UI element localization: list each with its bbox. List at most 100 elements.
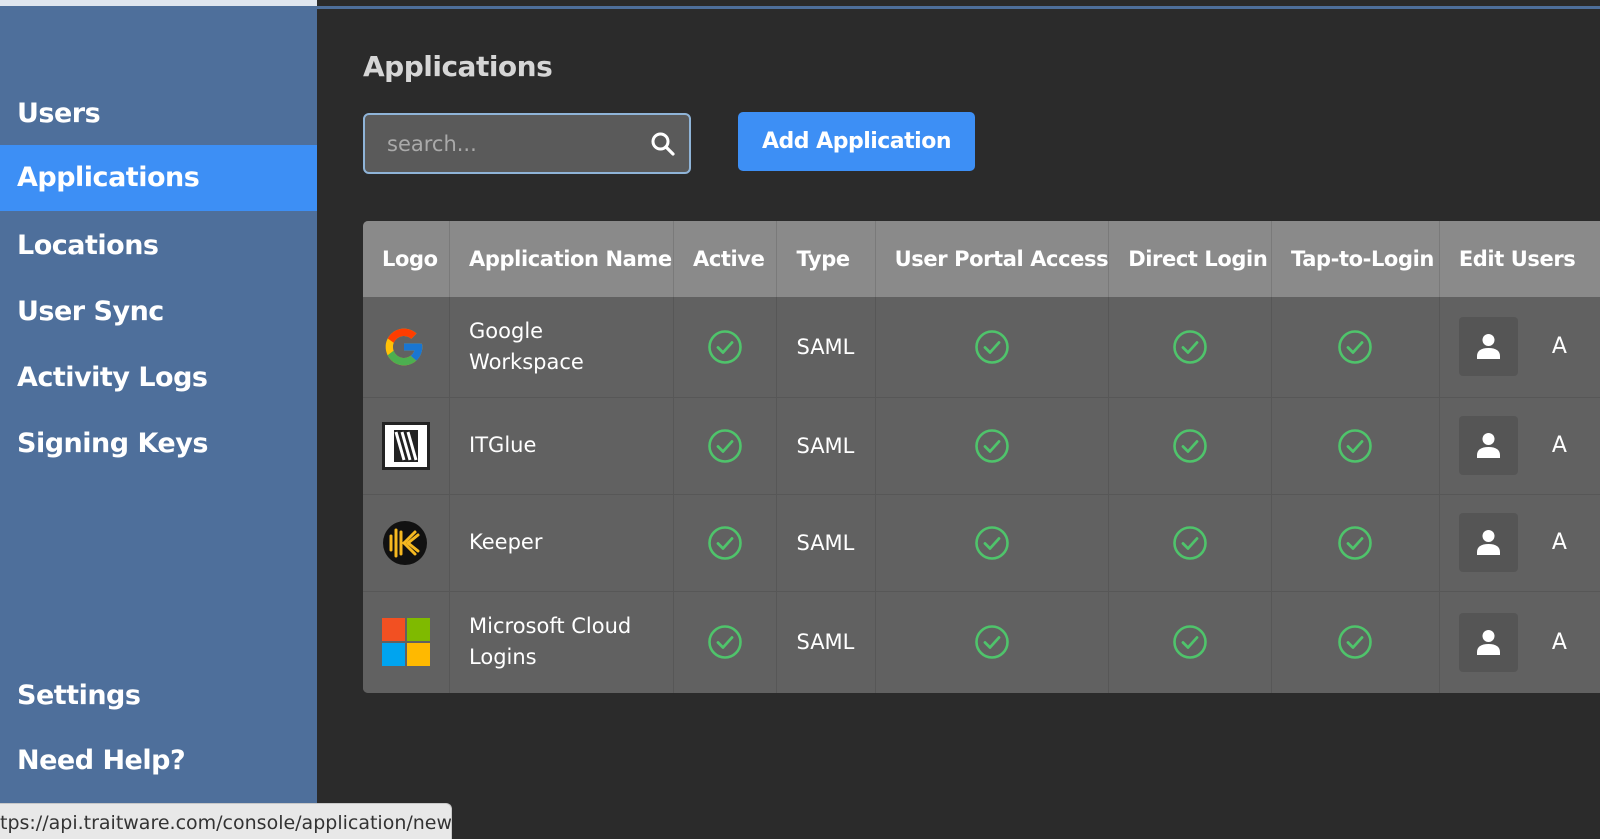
- truncated-text: A: [1551, 334, 1567, 360]
- application-name-cell[interactable]: Google Workspace: [449, 297, 674, 398]
- edit-users-button[interactable]: [1458, 416, 1518, 475]
- type-cell: SAML: [776, 591, 876, 693]
- table-row[interactable]: ITGlue SAML A: [363, 397, 1600, 495]
- column-header-logo: Logo: [363, 221, 451, 297]
- application-name-cell[interactable]: ITGlue: [449, 397, 674, 495]
- edit-users-cell: A: [1439, 591, 1600, 693]
- page-title: Applications: [363, 50, 553, 83]
- tap-to-login-cell: [1271, 591, 1440, 693]
- user-icon: [1476, 433, 1500, 458]
- direct-login-cell: [1108, 297, 1273, 398]
- application-name-line: Workspace: [469, 349, 584, 374]
- sidebar-item-applications[interactable]: Applications: [0, 145, 317, 211]
- check-circle-icon: [1173, 329, 1207, 364]
- google-logo-icon: [385, 328, 423, 366]
- application-name-cell[interactable]: Microsoft Cloud Logins: [449, 591, 674, 693]
- logo-cell: [363, 494, 451, 592]
- tap-to-login-cell: [1271, 297, 1440, 398]
- logo-cell: [363, 297, 451, 398]
- application-name-line: Google: [469, 318, 544, 343]
- application-name-line: Microsoft Cloud: [469, 614, 632, 638]
- user-icon: [1476, 629, 1500, 655]
- application-name-cell[interactable]: Keeper: [449, 494, 674, 592]
- direct-login-cell: [1108, 591, 1273, 693]
- edit-users-button[interactable]: [1458, 513, 1518, 572]
- user-icon: [1476, 530, 1500, 555]
- truncated-text: A: [1551, 433, 1567, 458]
- check-circle-icon: [1338, 625, 1373, 659]
- column-header-edit-users: Edit Users: [1439, 221, 1600, 297]
- portal-cell: [875, 397, 1110, 495]
- sidebar-item-locations[interactable]: Locations: [0, 213, 317, 279]
- check-circle-icon: [1173, 625, 1207, 659]
- check-circle-icon: [975, 625, 1009, 659]
- truncated-text: A: [1551, 629, 1567, 655]
- check-circle-icon: [708, 329, 743, 364]
- table-row[interactable]: Keeper SAML A: [363, 494, 1600, 592]
- application-name-line: Logins: [469, 645, 537, 669]
- search-icon[interactable]: [650, 131, 676, 157]
- portal-cell: [875, 591, 1110, 693]
- search-box: [363, 113, 691, 174]
- portal-cell: [875, 494, 1110, 592]
- active-cell: [673, 397, 778, 495]
- active-cell: [673, 494, 778, 592]
- check-circle-icon: [1173, 428, 1207, 463]
- header-divider: [317, 6, 1600, 9]
- type-cell: SAML: [776, 494, 876, 592]
- search-input[interactable]: [365, 115, 635, 172]
- itglue-logo-icon: [382, 421, 430, 470]
- table-row[interactable]: Google Workspace SAML A: [363, 297, 1600, 398]
- application-name-line: ITGlue: [469, 433, 537, 457]
- table-row[interactable]: Microsoft Cloud Logins SAML A: [363, 591, 1600, 693]
- sidebar: Users Applications Locations User Sync A…: [0, 0, 317, 839]
- check-circle-icon: [1338, 428, 1373, 463]
- sidebar-item-activity-logs[interactable]: Activity Logs: [0, 345, 317, 411]
- tap-to-login-cell: [1271, 397, 1440, 495]
- check-circle-icon: [1338, 329, 1373, 364]
- active-cell: [673, 297, 778, 398]
- check-circle-icon: [708, 525, 743, 560]
- type-cell: SAML: [776, 397, 876, 495]
- active-cell: [673, 591, 778, 693]
- check-circle-icon: [1173, 525, 1207, 560]
- logo-cell: [363, 591, 451, 693]
- direct-login-cell: [1108, 397, 1273, 495]
- sidebar-item-need-help[interactable]: Need Help?: [0, 728, 317, 794]
- edit-users-cell: A: [1439, 397, 1600, 495]
- sidebar-item-user-sync[interactable]: User Sync: [0, 279, 317, 345]
- column-header-application-name[interactable]: Application Name: [449, 221, 674, 297]
- application-name-line: Keeper: [469, 530, 543, 554]
- truncated-text: A: [1551, 530, 1567, 555]
- edit-users-cell: A: [1439, 494, 1600, 592]
- user-icon: [1476, 334, 1500, 360]
- column-header-type[interactable]: Type: [776, 221, 876, 297]
- direct-login-cell: [1108, 494, 1273, 592]
- tap-to-login-cell: [1271, 494, 1440, 592]
- column-header-direct-login[interactable]: Direct Login: [1108, 221, 1273, 297]
- type-cell: SAML: [776, 297, 876, 398]
- add-application-button[interactable]: Add Application: [738, 112, 975, 171]
- sidebar-item-users[interactable]: Users: [0, 81, 317, 147]
- edit-users-button[interactable]: [1458, 317, 1518, 377]
- check-circle-icon: [975, 329, 1009, 364]
- check-circle-icon: [975, 525, 1009, 560]
- check-circle-icon: [1338, 525, 1373, 560]
- check-circle-icon: [975, 428, 1009, 463]
- column-header-active[interactable]: Active: [673, 221, 778, 297]
- column-header-tap-to-login[interactable]: Tap-to-Login: [1271, 221, 1440, 297]
- browser-status-url: tps://api.traitware.com/console/applicat…: [0, 803, 452, 839]
- keeper-logo-icon: [383, 520, 427, 565]
- column-header-user-portal-access[interactable]: User Portal Access: [875, 221, 1110, 297]
- applications-table: Logo Application Name Active Type User P…: [363, 221, 1600, 693]
- table-header-row: Logo Application Name Active Type User P…: [363, 221, 1600, 297]
- check-circle-icon: [708, 625, 743, 659]
- edit-users-cell: A: [1439, 297, 1600, 398]
- portal-cell: [875, 297, 1110, 398]
- microsoft-logo-icon: [382, 618, 430, 666]
- edit-users-button[interactable]: [1458, 612, 1518, 672]
- sidebar-item-signing-keys[interactable]: Signing Keys: [0, 411, 317, 477]
- check-circle-icon: [708, 428, 743, 463]
- logo-cell: [363, 397, 451, 495]
- sidebar-item-settings[interactable]: Settings: [0, 663, 317, 729]
